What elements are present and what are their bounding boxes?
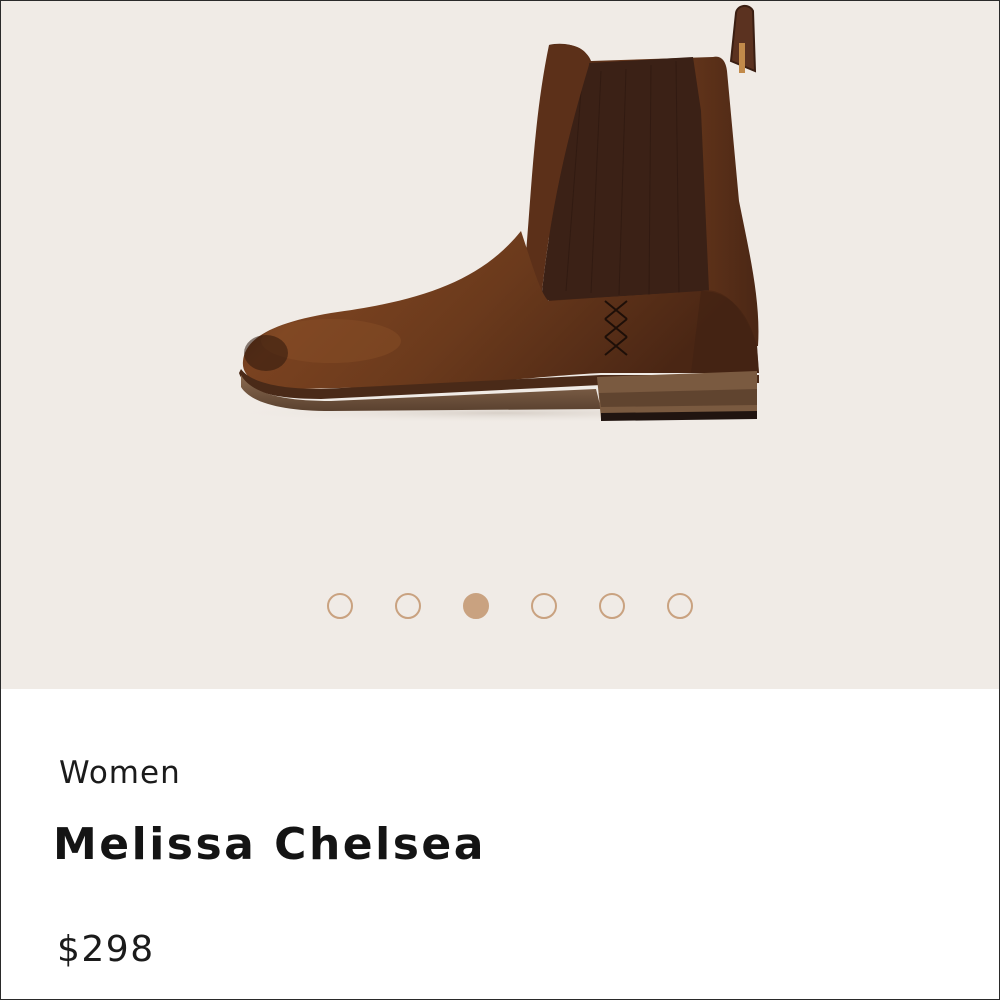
product-image-gallery[interactable] [1,1,999,689]
gallery-dot-2[interactable] [395,593,421,619]
chelsea-boot-image[interactable] [1,1,999,561]
product-price: $298 [57,929,155,970]
gallery-dot-3-active[interactable] [463,593,489,619]
product-category[interactable]: Women [59,755,181,791]
gallery-dot-1[interactable] [327,593,353,619]
gallery-dot-5[interactable] [599,593,625,619]
gallery-pagination [1,593,999,619]
product-card: Women Melissa Chelsea $298 [0,0,1000,1000]
gallery-dot-6[interactable] [667,593,693,619]
gallery-dot-4[interactable] [531,593,557,619]
product-name[interactable]: Melissa Chelsea [53,819,486,870]
